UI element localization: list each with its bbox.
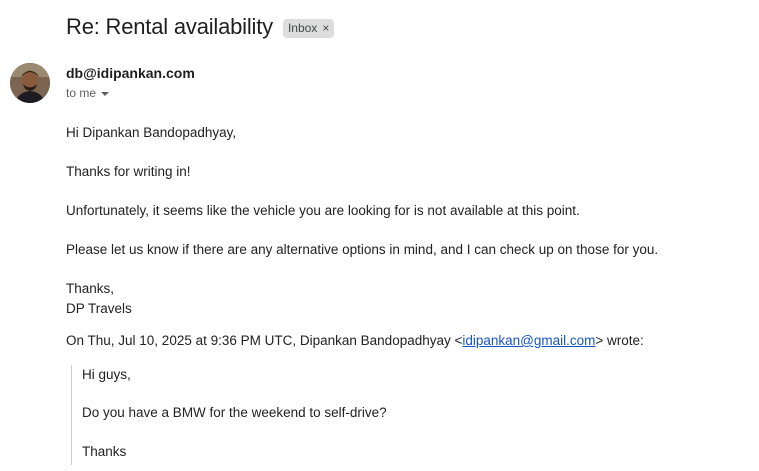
subject-row: Re: Rental availability Inbox ×	[66, 14, 335, 40]
quote-line-3: Thanks	[82, 444, 127, 459]
quote-header-suffix: > wrote:	[595, 333, 644, 348]
inbox-label-chip[interactable]: Inbox ×	[282, 18, 335, 38]
avatar-photo	[10, 63, 50, 103]
body-line-2: Unfortunately, it seems like the vehicle…	[66, 203, 580, 218]
signature: DP Travels	[66, 301, 132, 316]
sender-email: db@idipankan.com	[66, 65, 195, 81]
avatar[interactable]	[10, 63, 50, 103]
quote-email-link[interactable]: idipankan@gmail.com	[462, 333, 595, 348]
quote-line-2: Do you have a BMW for the weekend to sel…	[82, 405, 387, 420]
body-line-1: Thanks for writing in!	[66, 164, 191, 179]
signoff: Thanks,	[66, 281, 115, 296]
recipient-details-toggle[interactable]: to me	[66, 86, 110, 100]
body-line-3: Please let us know if there are any alte…	[66, 242, 659, 257]
greeting: Hi Dipankan Bandopadhyay,	[66, 125, 237, 140]
email-subject: Re: Rental availability	[66, 14, 273, 39]
quote-line-1: Hi guys,	[82, 367, 131, 382]
quote-divider	[71, 365, 72, 465]
close-icon[interactable]: ×	[322, 21, 329, 36]
recipient-text: to me	[66, 86, 97, 100]
label-text: Inbox	[287, 20, 318, 35]
quote-header: On Thu, Jul 10, 2025 at 9:36 PM UTC, Dip…	[66, 333, 644, 348]
chevron-down-icon[interactable]	[101, 91, 110, 96]
quote-header-prefix: On Thu, Jul 10, 2025 at 9:36 PM UTC, Dip…	[66, 333, 463, 348]
